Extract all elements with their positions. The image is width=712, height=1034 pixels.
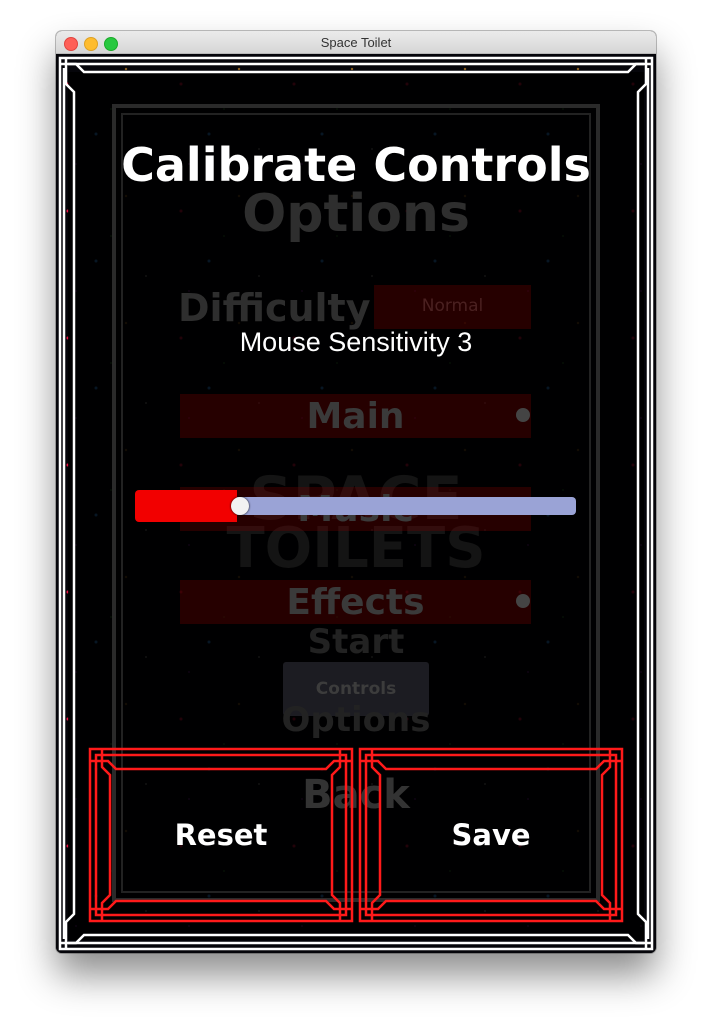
- save-button-label: Save: [451, 818, 531, 852]
- reset-button[interactable]: Reset: [88, 747, 354, 923]
- calibrate-title: Calibrate Controls: [121, 138, 591, 192]
- save-button[interactable]: Save: [358, 747, 624, 923]
- mouse-sensitivity-label: Mouse Sensitivity 3: [239, 327, 473, 357]
- title-bar: Space Toilet: [56, 31, 656, 54]
- slider-thumb[interactable]: [231, 497, 249, 515]
- window-title: Space Toilet: [320, 35, 392, 50]
- slider-fill: [135, 490, 237, 522]
- reset-button-label: Reset: [174, 818, 268, 852]
- app-window: Space Toilet Options Difficulty Normal M…: [56, 31, 656, 953]
- mouse-sensitivity-slider[interactable]: [135, 490, 577, 522]
- game-canvas: Options Difficulty Normal Main SPACE TOI…: [56, 54, 656, 953]
